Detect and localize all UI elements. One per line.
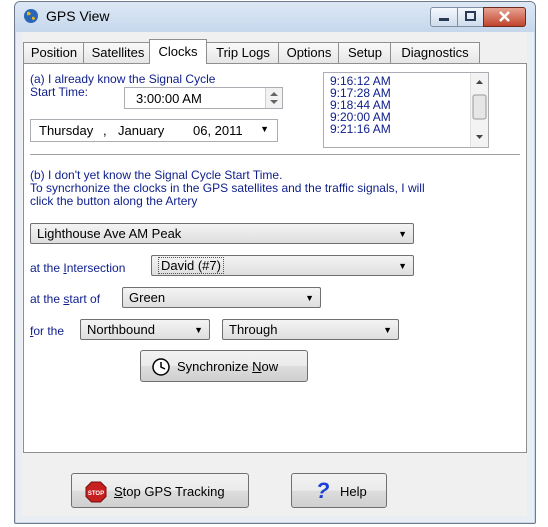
- minimize-icon: [439, 18, 449, 21]
- direction-value: Northbound: [87, 322, 155, 337]
- svg-text:STOP: STOP: [88, 491, 104, 497]
- tab-diagnostics[interactable]: Diagnostics: [390, 42, 480, 63]
- help-button[interactable]: ? Help: [291, 473, 387, 508]
- tab-setup[interactable]: Setup: [338, 42, 392, 63]
- intersection-value: David (#7): [158, 257, 224, 274]
- tab-position[interactable]: Position: [23, 42, 85, 63]
- globe-icon: [24, 9, 38, 23]
- movement-value: Through: [229, 322, 278, 337]
- help-label: Help: [340, 484, 367, 499]
- scrollbar-icon: [472, 80, 487, 139]
- date-dropdown-icon[interactable]: ▼: [260, 124, 269, 134]
- tab-options[interactable]: Options: [278, 42, 340, 63]
- date-day: Thursday: [39, 123, 94, 138]
- list-item[interactable]: 9:21:16 AM: [324, 123, 488, 135]
- start-time-value: 3:00:00 AM: [136, 91, 202, 106]
- client-area: Position Satellites Clocks Trip Logs Opt…: [22, 32, 527, 516]
- gps-view-window: GPS View Position Satellites Clocks Trip…: [14, 1, 536, 524]
- start-time-field[interactable]: 3:00:00 AM: [124, 87, 283, 109]
- clocks-tab-panel: (a) I already know the Signal Cycle Star…: [23, 63, 527, 453]
- close-icon: [499, 11, 510, 22]
- section-b-line3: click the button along the Artery: [30, 194, 198, 208]
- start-time-label: Start Time:: [30, 85, 89, 99]
- maximize-icon: [465, 11, 476, 21]
- clock-icon: [152, 358, 170, 376]
- chevron-down-icon: ▼: [194, 325, 203, 335]
- phase-value: Green: [129, 290, 166, 305]
- section-b-line2: To syncrhonize the clocks in the GPS sat…: [30, 181, 425, 195]
- date-picker[interactable]: Thursday , January 06, 2011 ▼: [30, 119, 278, 142]
- synchronize-now-label: Synchronize Now: [177, 359, 279, 374]
- section-b-line1: (b) I don't yet know the Signal Cycle St…: [30, 168, 283, 182]
- synchronize-now-button[interactable]: Synchronize Now: [140, 350, 308, 382]
- title-bar[interactable]: GPS View: [15, 2, 535, 32]
- times-listbox[interactable]: 9:16:12 AM 9:17:28 AM 9:18:44 AM 9:20:00…: [323, 72, 489, 148]
- section-divider: [30, 154, 520, 156]
- date-daynum: 06, 2011: [193, 123, 243, 138]
- artery-select[interactable]: Lighthouse Ave AM Peak ▼: [30, 223, 414, 244]
- stop-gps-tracking-label: Stop GPS Tracking: [114, 484, 225, 499]
- start-of-label: at the start of: [30, 292, 101, 306]
- direction-select[interactable]: Northbound ▼: [80, 319, 210, 340]
- maximize-button[interactable]: [457, 7, 484, 27]
- chevron-down-icon: ▼: [305, 293, 314, 303]
- help-question-icon: ?: [316, 478, 330, 503]
- date-month: January: [118, 123, 165, 138]
- tab-trip-logs[interactable]: Trip Logs: [206, 42, 280, 63]
- for-the-label: for the: [30, 324, 65, 338]
- chevron-down-icon: ▼: [383, 325, 392, 335]
- tab-satellites[interactable]: Satellites: [83, 42, 153, 63]
- list-scrollbar[interactable]: [470, 73, 488, 147]
- movement-select[interactable]: Through ▼: [222, 319, 399, 340]
- window-title: GPS View: [46, 8, 110, 24]
- artery-value: Lighthouse Ave AM Peak: [37, 226, 182, 241]
- date-sep: ,: [103, 123, 107, 138]
- stop-sign-icon: STOP: [85, 481, 107, 503]
- stop-gps-tracking-button[interactable]: STOP Stop GPS Tracking: [71, 473, 249, 508]
- phase-select[interactable]: Green ▼: [122, 287, 321, 308]
- time-spinner[interactable]: [265, 88, 282, 108]
- minimize-button[interactable]: [430, 7, 458, 27]
- close-button[interactable]: [483, 7, 526, 27]
- chevron-down-icon: ▼: [398, 261, 407, 271]
- intersection-label: at the Intersection: [30, 261, 126, 275]
- spin-arrows-icon: [270, 92, 278, 104]
- section-a-label: (a) I already know the Signal Cycle: [30, 72, 216, 86]
- chevron-down-icon: ▼: [398, 229, 407, 239]
- tab-clocks[interactable]: Clocks: [149, 39, 207, 64]
- intersection-select[interactable]: David (#7) ▼: [151, 255, 414, 276]
